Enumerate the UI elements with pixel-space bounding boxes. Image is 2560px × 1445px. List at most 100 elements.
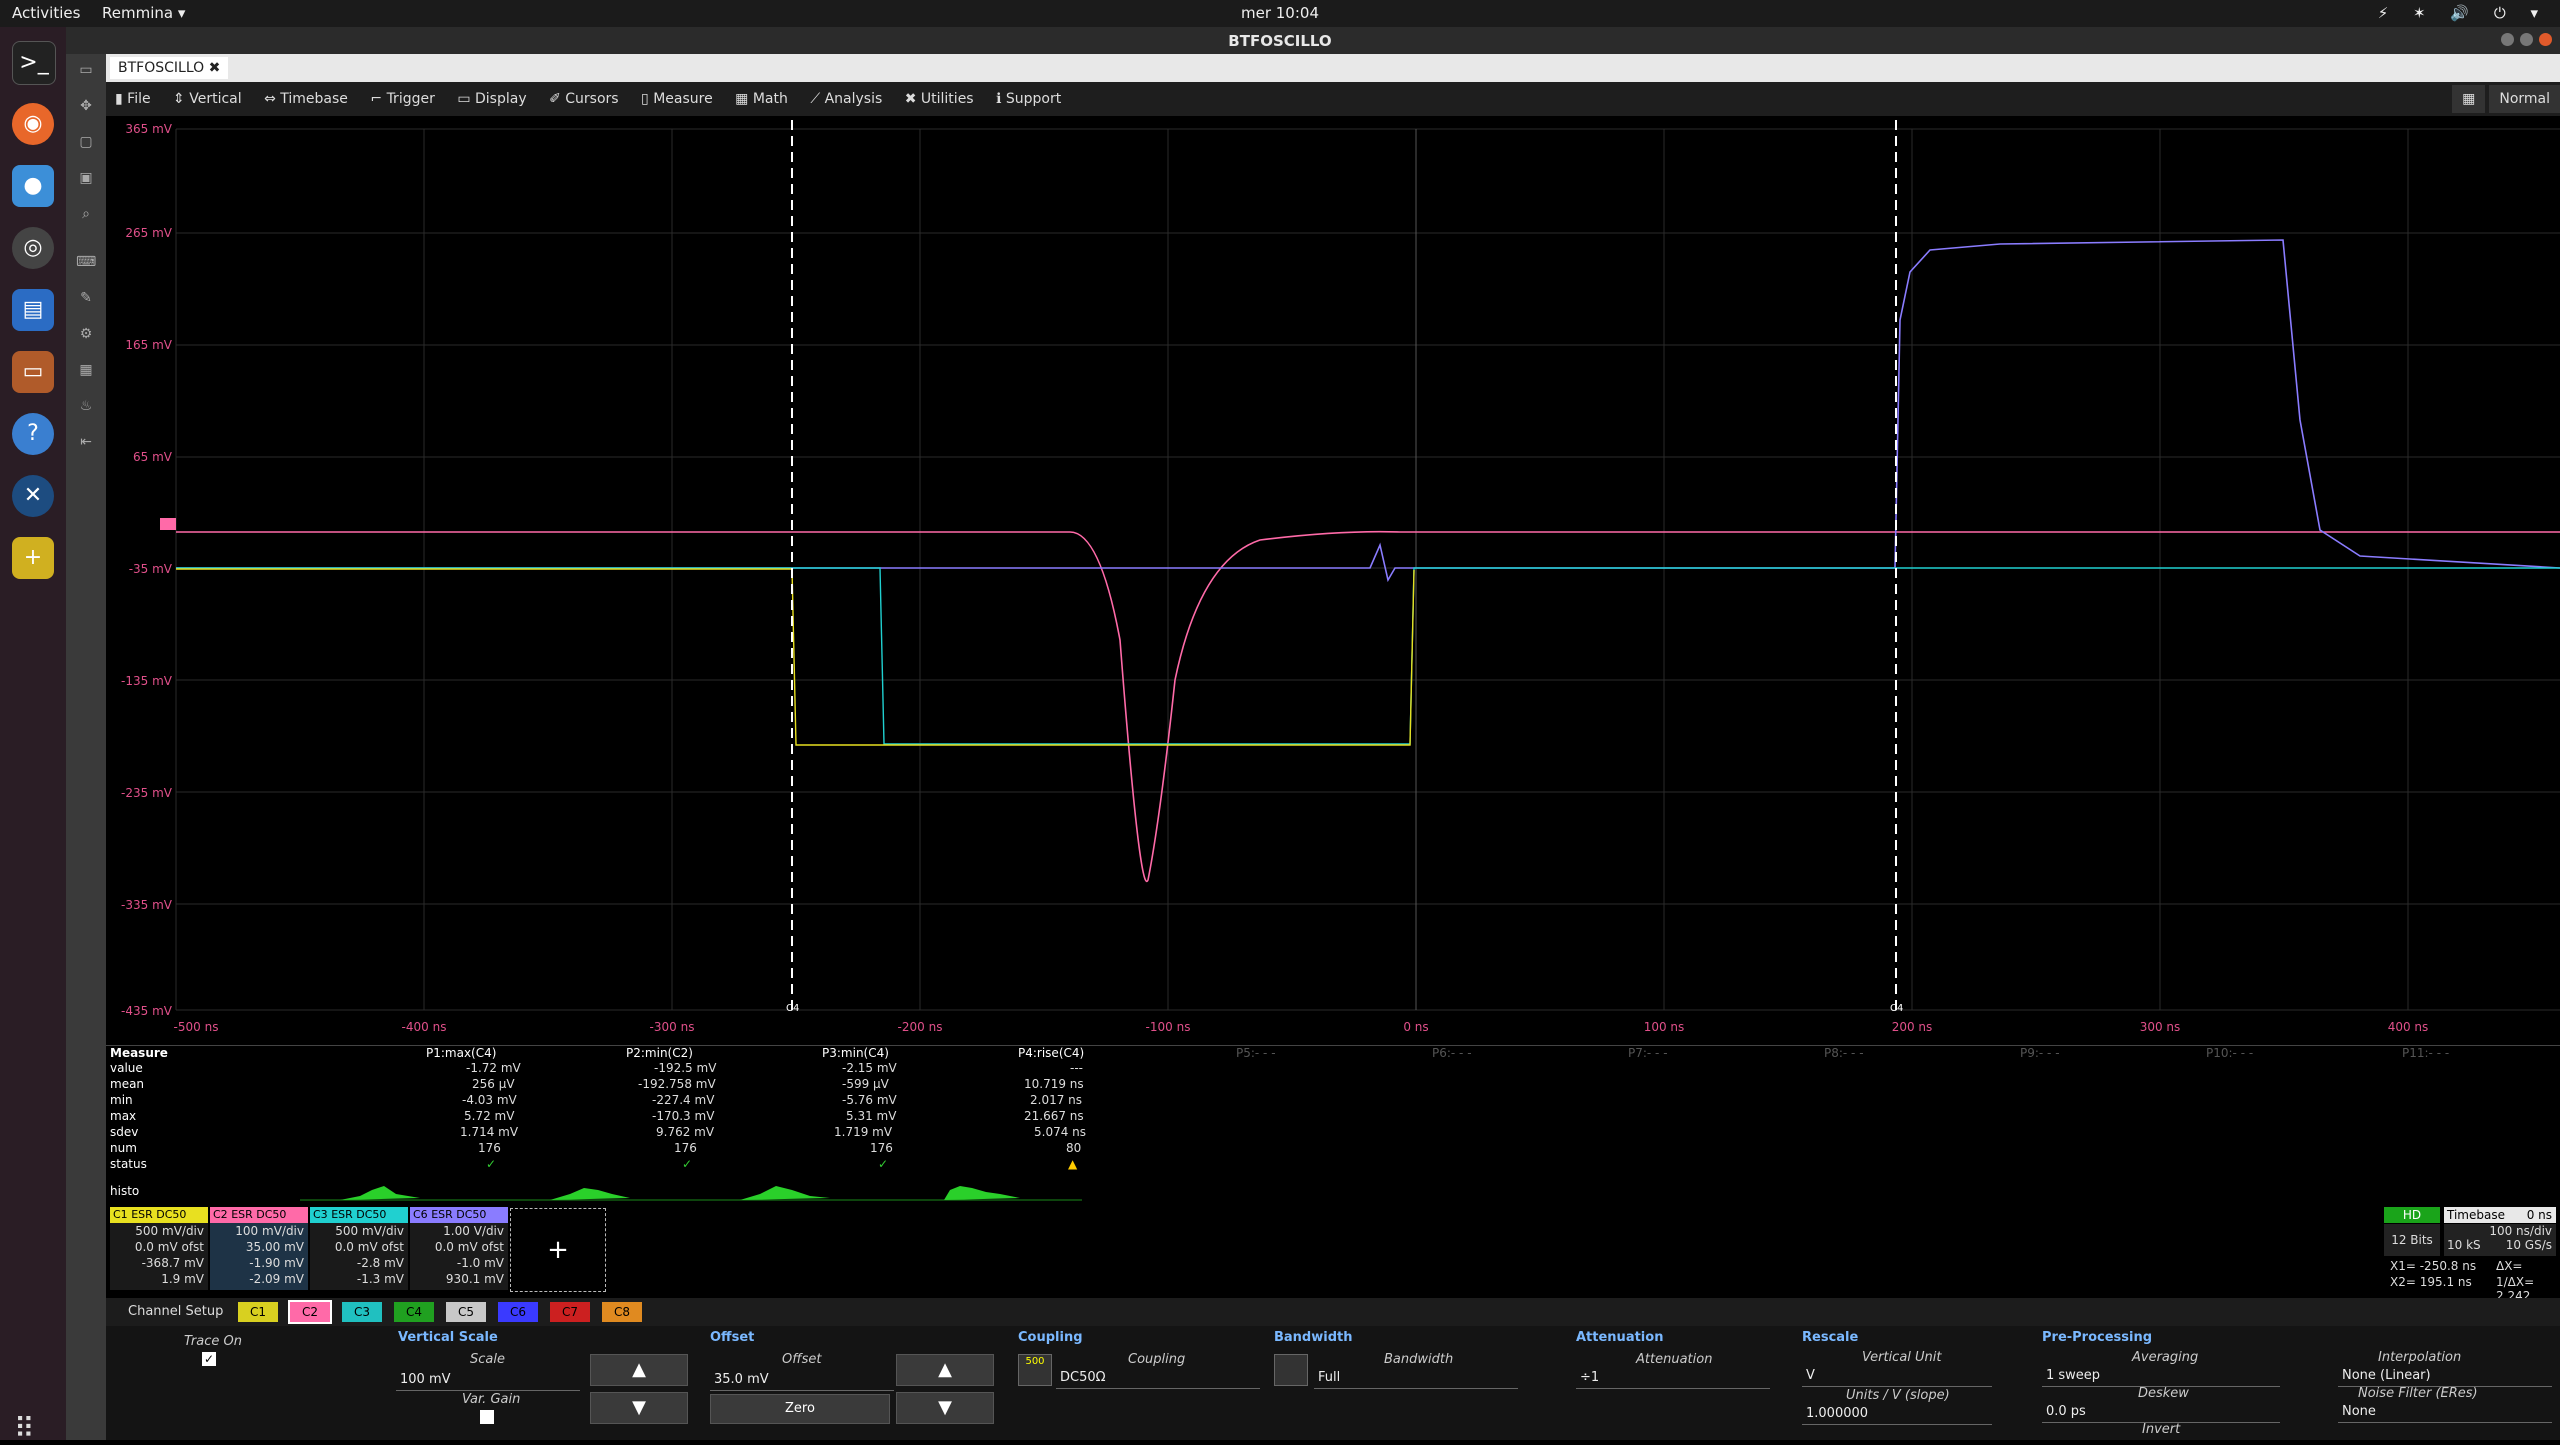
param-p8[interactable]: P8:- - - bbox=[1824, 1046, 1864, 1060]
add-channel-button[interactable]: + bbox=[510, 1208, 606, 1292]
menu-trigger[interactable]: ⌐ Trigger bbox=[361, 82, 443, 116]
param-p6[interactable]: P6:- - - bbox=[1432, 1046, 1472, 1060]
chip-c7[interactable]: C7 bbox=[550, 1302, 590, 1322]
layout-grid-icon[interactable]: ▦ bbox=[2452, 85, 2486, 113]
interpolation-field[interactable]: None (Linear) bbox=[2338, 1366, 2552, 1387]
cell: 10.719 ns bbox=[1024, 1077, 1084, 1091]
menu-vertical[interactable]: ⇕ Vertical bbox=[164, 82, 251, 116]
deskew-field[interactable]: 0.0 ps bbox=[2042, 1402, 2280, 1423]
menu-measure[interactable]: ▯ Measure bbox=[632, 82, 722, 116]
move-tool-icon[interactable]: ✥ bbox=[76, 98, 96, 118]
tool-strip: ▭ ✥ ▢ ▣ ⌕ ⌨ ✎ ⚙ ▦ ♨ ⇤ bbox=[66, 54, 106, 1440]
scale-down-button[interactable]: ▼ bbox=[590, 1392, 688, 1424]
menu-utilities[interactable]: ✖ Utilities bbox=[896, 82, 983, 116]
menu-timebase[interactable]: ⇔ Timebase bbox=[255, 82, 357, 116]
channel-box-c1[interactable]: C1 ESR DC50 500 mV/div 0.0 mV ofst -368.7 … bbox=[110, 1207, 208, 1290]
bandwidth-icon[interactable] bbox=[1274, 1354, 1308, 1386]
screenshot-tool-icon[interactable]: ▦ bbox=[76, 362, 96, 382]
firefox-icon[interactable]: ◉ bbox=[12, 103, 54, 145]
channel-setup-label: Channel Setup bbox=[128, 1304, 224, 1319]
menu-file[interactable]: ▮ File bbox=[106, 82, 160, 116]
menu-math[interactable]: ▦ Math bbox=[726, 82, 797, 116]
bandwidth-field[interactable]: Full bbox=[1314, 1368, 1518, 1389]
show-apps-icon[interactable]: ⠿ bbox=[14, 1412, 35, 1445]
timebase-box[interactable]: HD Timebase 0 ns 12 Bits 100 ns/div 10 kS… bbox=[2384, 1207, 2560, 1303]
writer-icon[interactable]: ▤ bbox=[12, 289, 54, 331]
keyboard-tool-icon[interactable]: ⌨ bbox=[76, 254, 96, 274]
slope-field[interactable]: 1.000000 bbox=[1802, 1404, 1992, 1425]
channel-box-c3[interactable]: C3 ESR DC50 500 mV/div 0.0 mV ofst -2.8 mV… bbox=[310, 1207, 408, 1290]
param-p10[interactable]: P10:- - - bbox=[2206, 1046, 2253, 1060]
chip-c8[interactable]: C8 bbox=[602, 1302, 642, 1322]
status-ok-icon: ✓ bbox=[486, 1157, 497, 1171]
offset-down-button[interactable]: ▼ bbox=[896, 1392, 994, 1424]
param-p7[interactable]: P7:- - - bbox=[1628, 1046, 1668, 1060]
zoom-tool-icon[interactable]: ⌕ bbox=[76, 206, 96, 226]
tab-btfoscillo[interactable]: BTFOSCILLO ✖ bbox=[110, 57, 229, 79]
terminal-icon[interactable]: >_ bbox=[12, 41, 56, 85]
menu-display[interactable]: ▭ Display bbox=[448, 82, 535, 116]
clock[interactable]: mer 10:04 bbox=[0, 4, 2560, 22]
coupling-icon[interactable]: 500 bbox=[1018, 1354, 1052, 1386]
chip-c5[interactable]: C5 bbox=[446, 1302, 486, 1322]
trace-on-checkbox[interactable]: ✓ bbox=[202, 1352, 216, 1366]
attenuation-field[interactable]: ÷1 bbox=[1576, 1368, 1770, 1389]
channel-box-c2[interactable]: C2 ESR DC50 100 mV/div 35.00 mV -1.90 mV -2… bbox=[210, 1207, 308, 1290]
param-p4[interactable]: P4:rise(C4) bbox=[1018, 1046, 1084, 1060]
x-tick: 400 ns bbox=[2387, 1020, 2429, 1034]
channel-offset: 0.0 mV ofst bbox=[134, 1240, 204, 1254]
layout-tool-icon[interactable]: ▢ bbox=[76, 134, 96, 154]
chip-c6[interactable]: C6 bbox=[498, 1302, 538, 1322]
chip-c2[interactable]: C2 bbox=[288, 1300, 332, 1324]
minimize-button[interactable] bbox=[2501, 33, 2514, 46]
system-tray[interactable]: ⚡ ✶ 🔊 ⏻ ▾ bbox=[2378, 4, 2548, 22]
zero-button[interactable]: Zero bbox=[710, 1394, 890, 1424]
menu-bar: ▮ File ⇕ Vertical ⇔ Timebase ⌐ Trigger ▭… bbox=[106, 82, 2560, 116]
averaging-label: Averaging bbox=[2132, 1350, 2199, 1365]
param-p5[interactable]: P5:- - - bbox=[1236, 1046, 1276, 1060]
fire-tool-icon[interactable]: ♨ bbox=[76, 398, 96, 418]
channel-max: 1.9 mV bbox=[161, 1272, 204, 1286]
param-p9[interactable]: P9:- - - bbox=[2020, 1046, 2060, 1060]
averaging-field[interactable]: 1 sweep bbox=[2042, 1366, 2280, 1387]
row-label: min bbox=[110, 1093, 133, 1107]
close-button[interactable] bbox=[2539, 33, 2552, 46]
coupling-field[interactable]: DC50Ω bbox=[1056, 1368, 1260, 1389]
help-icon[interactable]: ? bbox=[12, 413, 54, 455]
cell: 5.72 mV bbox=[464, 1109, 515, 1123]
maximize-button[interactable] bbox=[2520, 33, 2533, 46]
param-p2[interactable]: P2:min(C2) bbox=[626, 1046, 693, 1060]
chat-icon[interactable]: ● bbox=[12, 165, 54, 207]
chip-c1[interactable]: C1 bbox=[238, 1302, 278, 1322]
pen-tool-icon[interactable]: ✎ bbox=[76, 290, 96, 310]
param-p3[interactable]: P3:min(C4) bbox=[822, 1046, 889, 1060]
cell: 21.667 ns bbox=[1024, 1109, 1084, 1123]
layout2-tool-icon[interactable]: ▣ bbox=[76, 170, 96, 190]
hd-badge: HD bbox=[2384, 1207, 2440, 1223]
menu-analysis[interactable]: ⟋ Analysis bbox=[801, 82, 891, 116]
menu-support[interactable]: ℹ Support bbox=[987, 82, 1070, 116]
param-p11[interactable]: P11:- - - bbox=[2402, 1046, 2449, 1060]
mode-label[interactable]: Normal bbox=[2489, 85, 2560, 113]
menu-cursors[interactable]: ✐ Cursors bbox=[540, 82, 628, 116]
remmina-icon[interactable]: ✕ bbox=[12, 475, 54, 517]
scale-field[interactable]: 100 mV bbox=[396, 1370, 580, 1391]
window-tool-icon[interactable]: ▭ bbox=[76, 62, 96, 82]
offset-up-button[interactable]: ▲ bbox=[896, 1354, 994, 1386]
gear-tool-icon[interactable]: ⚙ bbox=[76, 326, 96, 346]
chip-c3[interactable]: C3 bbox=[342, 1302, 382, 1322]
vertical-unit-field[interactable]: V bbox=[1802, 1366, 1992, 1387]
window-controls[interactable] bbox=[2495, 32, 2552, 50]
speaker-icon[interactable]: ◎ bbox=[12, 227, 54, 269]
offset-field[interactable]: 35.0 mV bbox=[710, 1370, 894, 1391]
new-item-icon[interactable]: + bbox=[12, 537, 54, 579]
files-icon[interactable]: ▭ bbox=[12, 351, 54, 393]
param-p1[interactable]: P1:max(C4) bbox=[426, 1046, 496, 1060]
waveform-area[interactable] bbox=[106, 116, 2560, 1038]
channel-box-c6[interactable]: C6 ESR DC50 1.00 V/div 0.0 mV ofst -1.0 mV… bbox=[410, 1207, 508, 1290]
scale-up-button[interactable]: ▲ bbox=[590, 1354, 688, 1386]
chip-c4[interactable]: C4 bbox=[394, 1302, 434, 1322]
exit-tool-icon[interactable]: ⇤ bbox=[76, 434, 96, 454]
var-gain-checkbox[interactable] bbox=[480, 1410, 494, 1424]
noise-filter-field[interactable]: None bbox=[2338, 1402, 2552, 1423]
